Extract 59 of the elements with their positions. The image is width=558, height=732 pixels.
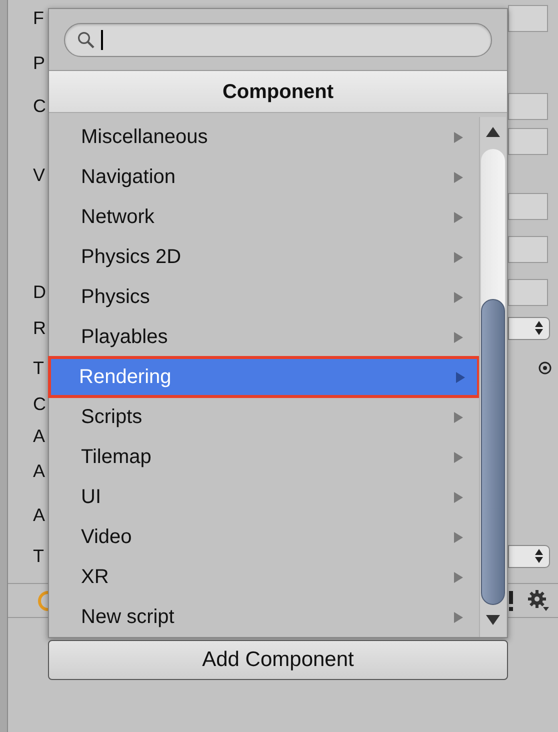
input-field[interactable] [508, 192, 548, 220]
field-label: V [33, 164, 46, 186]
menu-item[interactable]: Miscellaneous [49, 117, 479, 157]
scrollbar[interactable] [479, 117, 506, 637]
menu-item[interactable]: Physics [49, 277, 479, 317]
submenu-arrow-icon [454, 572, 463, 582]
field-label: T [33, 356, 44, 380]
menu-item[interactable]: Physics 2D [49, 237, 479, 277]
menu-item[interactable]: Tilemap [49, 437, 479, 477]
search-field[interactable] [64, 22, 492, 56]
updown-arrows-icon [535, 549, 543, 563]
submenu-arrow-icon [454, 132, 463, 142]
input-field[interactable] [508, 4, 548, 32]
menu-item[interactable]: Network [49, 197, 479, 237]
menu-item[interactable]: Rendering [49, 357, 479, 397]
submenu-arrow-icon [454, 532, 463, 542]
submenu-arrow-icon [454, 492, 463, 502]
input-field[interactable] [508, 128, 548, 154]
submenu-arrow-icon [454, 212, 463, 222]
input-field[interactable] [508, 278, 548, 306]
popup-title: Component [49, 71, 507, 113]
submenu-arrow-icon [454, 332, 463, 342]
menu-item[interactable]: XR [49, 557, 479, 597]
field-label: C [33, 392, 46, 416]
field-label: D [33, 280, 46, 304]
field-label: A [33, 504, 46, 526]
field-label: F [33, 6, 44, 30]
field-label: P [33, 52, 46, 74]
updown-arrows-icon [535, 321, 543, 335]
submenu-arrow-icon [456, 372, 465, 382]
field-label: A [33, 424, 46, 448]
menu-item[interactable]: New script [49, 597, 479, 637]
field-label: A [33, 460, 46, 482]
add-component-button[interactable]: Add Component [48, 640, 508, 680]
submenu-arrow-icon [454, 252, 463, 262]
input-field[interactable] [508, 92, 548, 120]
scrollbar-thumb[interactable] [481, 299, 505, 605]
submenu-arrow-icon [454, 172, 463, 182]
search-icon [77, 30, 95, 48]
menu-item[interactable]: Scripts [49, 397, 479, 437]
menu-item[interactable]: Navigation [49, 157, 479, 197]
dropdown[interactable] [508, 316, 550, 340]
submenu-arrow-icon [454, 412, 463, 422]
menu-item[interactable]: Playables [49, 317, 479, 357]
submenu-arrow-icon [454, 292, 463, 302]
exclamation-icon [508, 590, 514, 610]
scroll-up-arrow-icon[interactable] [486, 127, 500, 137]
field-label: C [33, 94, 46, 118]
field-label: T [33, 544, 44, 568]
input-field[interactable] [508, 236, 548, 262]
menu-item[interactable]: UI [49, 477, 479, 517]
submenu-arrow-icon [454, 452, 463, 462]
submenu-arrow-icon [454, 612, 463, 622]
target-icon[interactable] [538, 361, 552, 375]
dropdown[interactable] [508, 544, 550, 568]
scroll-down-arrow-icon[interactable] [486, 615, 500, 625]
field-label: R [33, 316, 46, 340]
menu-item[interactable]: Video [49, 517, 479, 557]
settings-icon[interactable] [528, 590, 550, 612]
